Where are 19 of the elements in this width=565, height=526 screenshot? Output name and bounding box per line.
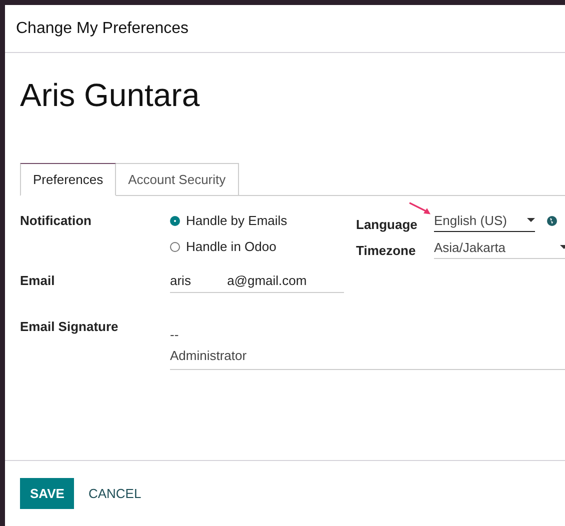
- radio-label: Handle in Odoo: [186, 239, 276, 254]
- field-label: Language: [356, 217, 418, 232]
- field-label: Notification: [20, 213, 92, 230]
- field-label: Email Signature: [20, 319, 118, 334]
- email-field[interactable]: aris a@gmail.com: [170, 273, 344, 293]
- select-field[interactable]: Asia/Jakarta: [434, 236, 565, 259]
- tab[interactable]: Preferences: [20, 163, 116, 196]
- radio-option[interactable]: Handle in Odoo: [170, 239, 356, 254]
- radio-option[interactable]: Handle by Emails: [170, 213, 356, 228]
- user-name: Aris Guntara: [20, 77, 201, 114]
- field-label: Timezone: [356, 243, 416, 258]
- radio-label: Handle by Emails: [186, 213, 288, 228]
- field-label: Email: [20, 273, 55, 288]
- signature-field[interactable]: -- Administrator: [170, 319, 565, 370]
- save-button[interactable]: SAVE: [20, 478, 74, 509]
- select-field[interactable]: English (US): [434, 209, 535, 232]
- dialog-title: Change My Preferences: [16, 20, 189, 38]
- cancel-button[interactable]: CANCEL: [78, 478, 152, 509]
- tab[interactable]: Account Security: [116, 163, 239, 196]
